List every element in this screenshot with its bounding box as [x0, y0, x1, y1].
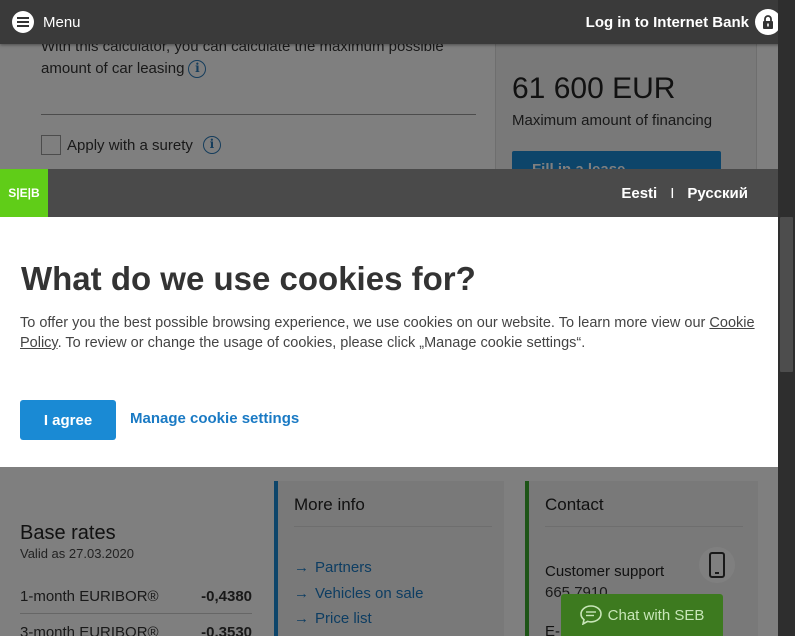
login-button[interactable]: Log in to Internet Bank: [586, 9, 781, 35]
menu-icon: [12, 11, 34, 33]
chat-button[interactable]: Chat with SEB: [561, 594, 723, 636]
chat-label: Chat with SEB: [607, 606, 705, 624]
cookie-title: What do we use cookies for?: [21, 260, 476, 297]
top-navigation: Menu Log in to Internet Bank: [0, 0, 795, 44]
lang-estonian[interactable]: Eesti: [621, 185, 657, 202]
lang-separator: I: [670, 185, 675, 202]
cookie-description: To offer you the best possible browsing …: [20, 313, 760, 353]
manage-cookie-settings-link[interactable]: Manage cookie settings: [130, 410, 299, 427]
language-switcher: Eesti I Русский: [621, 185, 748, 202]
login-label: Log in to Internet Bank: [585, 13, 749, 31]
menu-label: Menu: [43, 13, 81, 31]
menu-button[interactable]: Menu: [12, 11, 81, 33]
seb-logo: S|E|B: [0, 169, 48, 217]
lang-russian[interactable]: Русский: [687, 185, 748, 202]
cookie-text-part: To offer you the best possible browsing …: [20, 315, 710, 331]
agree-button[interactable]: I agree: [20, 400, 116, 440]
chat-bubble-icon: [579, 605, 602, 625]
scrollbar-thumb[interactable]: [780, 217, 793, 372]
cookie-banner-header: S|E|B Eesti I Русский: [0, 169, 778, 217]
cookie-banner: What do we use cookies for? To offer you…: [0, 217, 778, 467]
cookie-text-part: . To review or change the usage of cooki…: [57, 335, 586, 351]
